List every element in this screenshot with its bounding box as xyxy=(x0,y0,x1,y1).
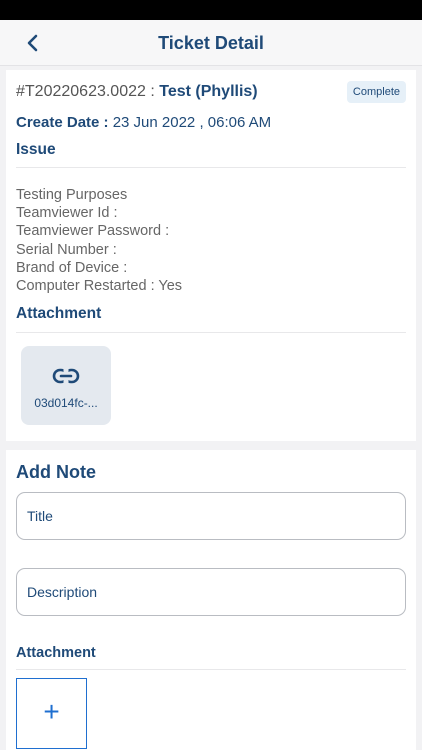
create-date-label: Create Date : xyxy=(16,114,113,131)
status-badge: Complete xyxy=(346,81,406,103)
title-input[interactable]: Title xyxy=(16,492,406,540)
create-date-line: Create Date : 23 Jun 2022 , 06:06 AM xyxy=(16,114,271,131)
issue-line: Brand of Device : xyxy=(16,259,128,276)
issue-description: Testing Purposes Teamviewer Id : Teamvie… xyxy=(16,186,182,295)
ticket-number: #T20220623.0022 : xyxy=(16,83,160,100)
status-bar xyxy=(0,0,422,20)
issue-line: Teamviewer Id : xyxy=(16,205,118,222)
ticket-name: Test (Phyllis) xyxy=(159,83,258,100)
attachment-heading: Attachment xyxy=(16,305,102,322)
attachment-filename: 03d014fc-... xyxy=(34,396,98,410)
issue-line: Testing Purposes xyxy=(16,187,128,203)
create-date-value: 23 Jun 2022 , 06:06 AM xyxy=(112,114,272,131)
ticket-card: #T20220623.0022 : Test (Phyllis) Complet… xyxy=(6,70,416,441)
add-attachment-button[interactable]: + xyxy=(16,678,87,749)
issue-line: Serial Number : xyxy=(16,241,117,258)
divider xyxy=(16,167,406,168)
issue-line: Computer Restarted : Yes xyxy=(16,278,183,295)
description-input[interactable]: Description xyxy=(16,568,406,616)
page-title: Ticket Detail xyxy=(158,33,264,53)
ticket-number-line: #T20220623.0022 : Test (Phyllis) xyxy=(16,83,258,101)
attachment-tile[interactable]: 03d014fc-... xyxy=(21,346,111,425)
add-note-card: Add Note Title Description Attachment + xyxy=(6,450,416,750)
link-icon xyxy=(52,368,80,384)
plus-icon: + xyxy=(43,696,60,727)
issue-line: Teamviewer Password : xyxy=(16,223,170,240)
divider xyxy=(16,332,406,333)
note-attachment-heading: Attachment xyxy=(16,645,96,661)
issue-heading: Issue xyxy=(16,141,56,158)
add-note-heading: Add Note xyxy=(16,462,96,482)
title-placeholder: Title xyxy=(27,508,53,524)
nav-bar: Ticket Detail xyxy=(0,20,422,66)
divider xyxy=(16,669,406,670)
description-placeholder: Description xyxy=(27,584,98,600)
